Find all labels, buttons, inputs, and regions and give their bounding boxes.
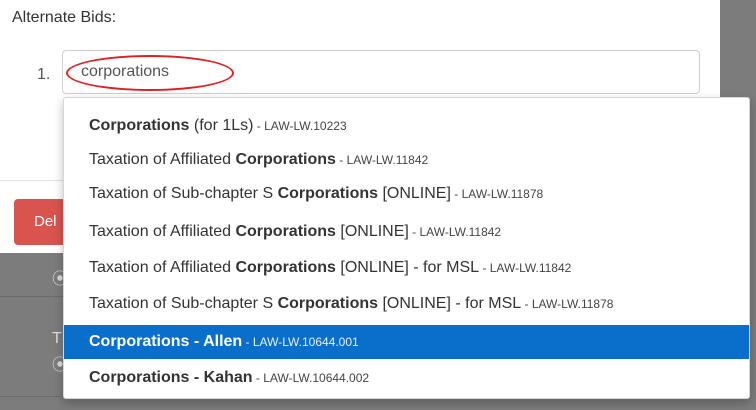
dropdown-option[interactable]: Taxation of Sub-chapter S Corporations [… xyxy=(64,287,749,321)
dropdown-option[interactable]: Taxation of Affiliated Corporations [ONL… xyxy=(64,251,749,285)
bid-item-number: 1. xyxy=(37,66,51,83)
dropdown-option[interactable]: Corporations - Kahan - LAW-LW.10644.002 xyxy=(64,361,749,395)
dropdown-option[interactable]: Corporations (for 1Ls) - LAW-LW.10223 xyxy=(64,109,749,143)
dropdown-option[interactable]: Taxation of Affiliated Corporations - LA… xyxy=(64,143,749,177)
annotation-circle xyxy=(66,55,234,91)
background-text-partial: T xyxy=(52,330,62,347)
dropdown-option[interactable]: Taxation of Affiliated Corporations [ONL… xyxy=(64,215,749,249)
dropdown-option[interactable]: Taxation of Sub-chapter S Corporations [… xyxy=(64,177,749,211)
autocomplete-dropdown: Corporations (for 1Ls) - LAW-LW.10223 Ta… xyxy=(63,97,750,399)
alternate-bids-heading: Alternate Bids: xyxy=(12,9,117,26)
delete-button-label: Del xyxy=(34,213,57,230)
dropdown-option-highlighted[interactable]: Corporations - Allen - LAW-LW.10644.001 xyxy=(64,325,749,359)
